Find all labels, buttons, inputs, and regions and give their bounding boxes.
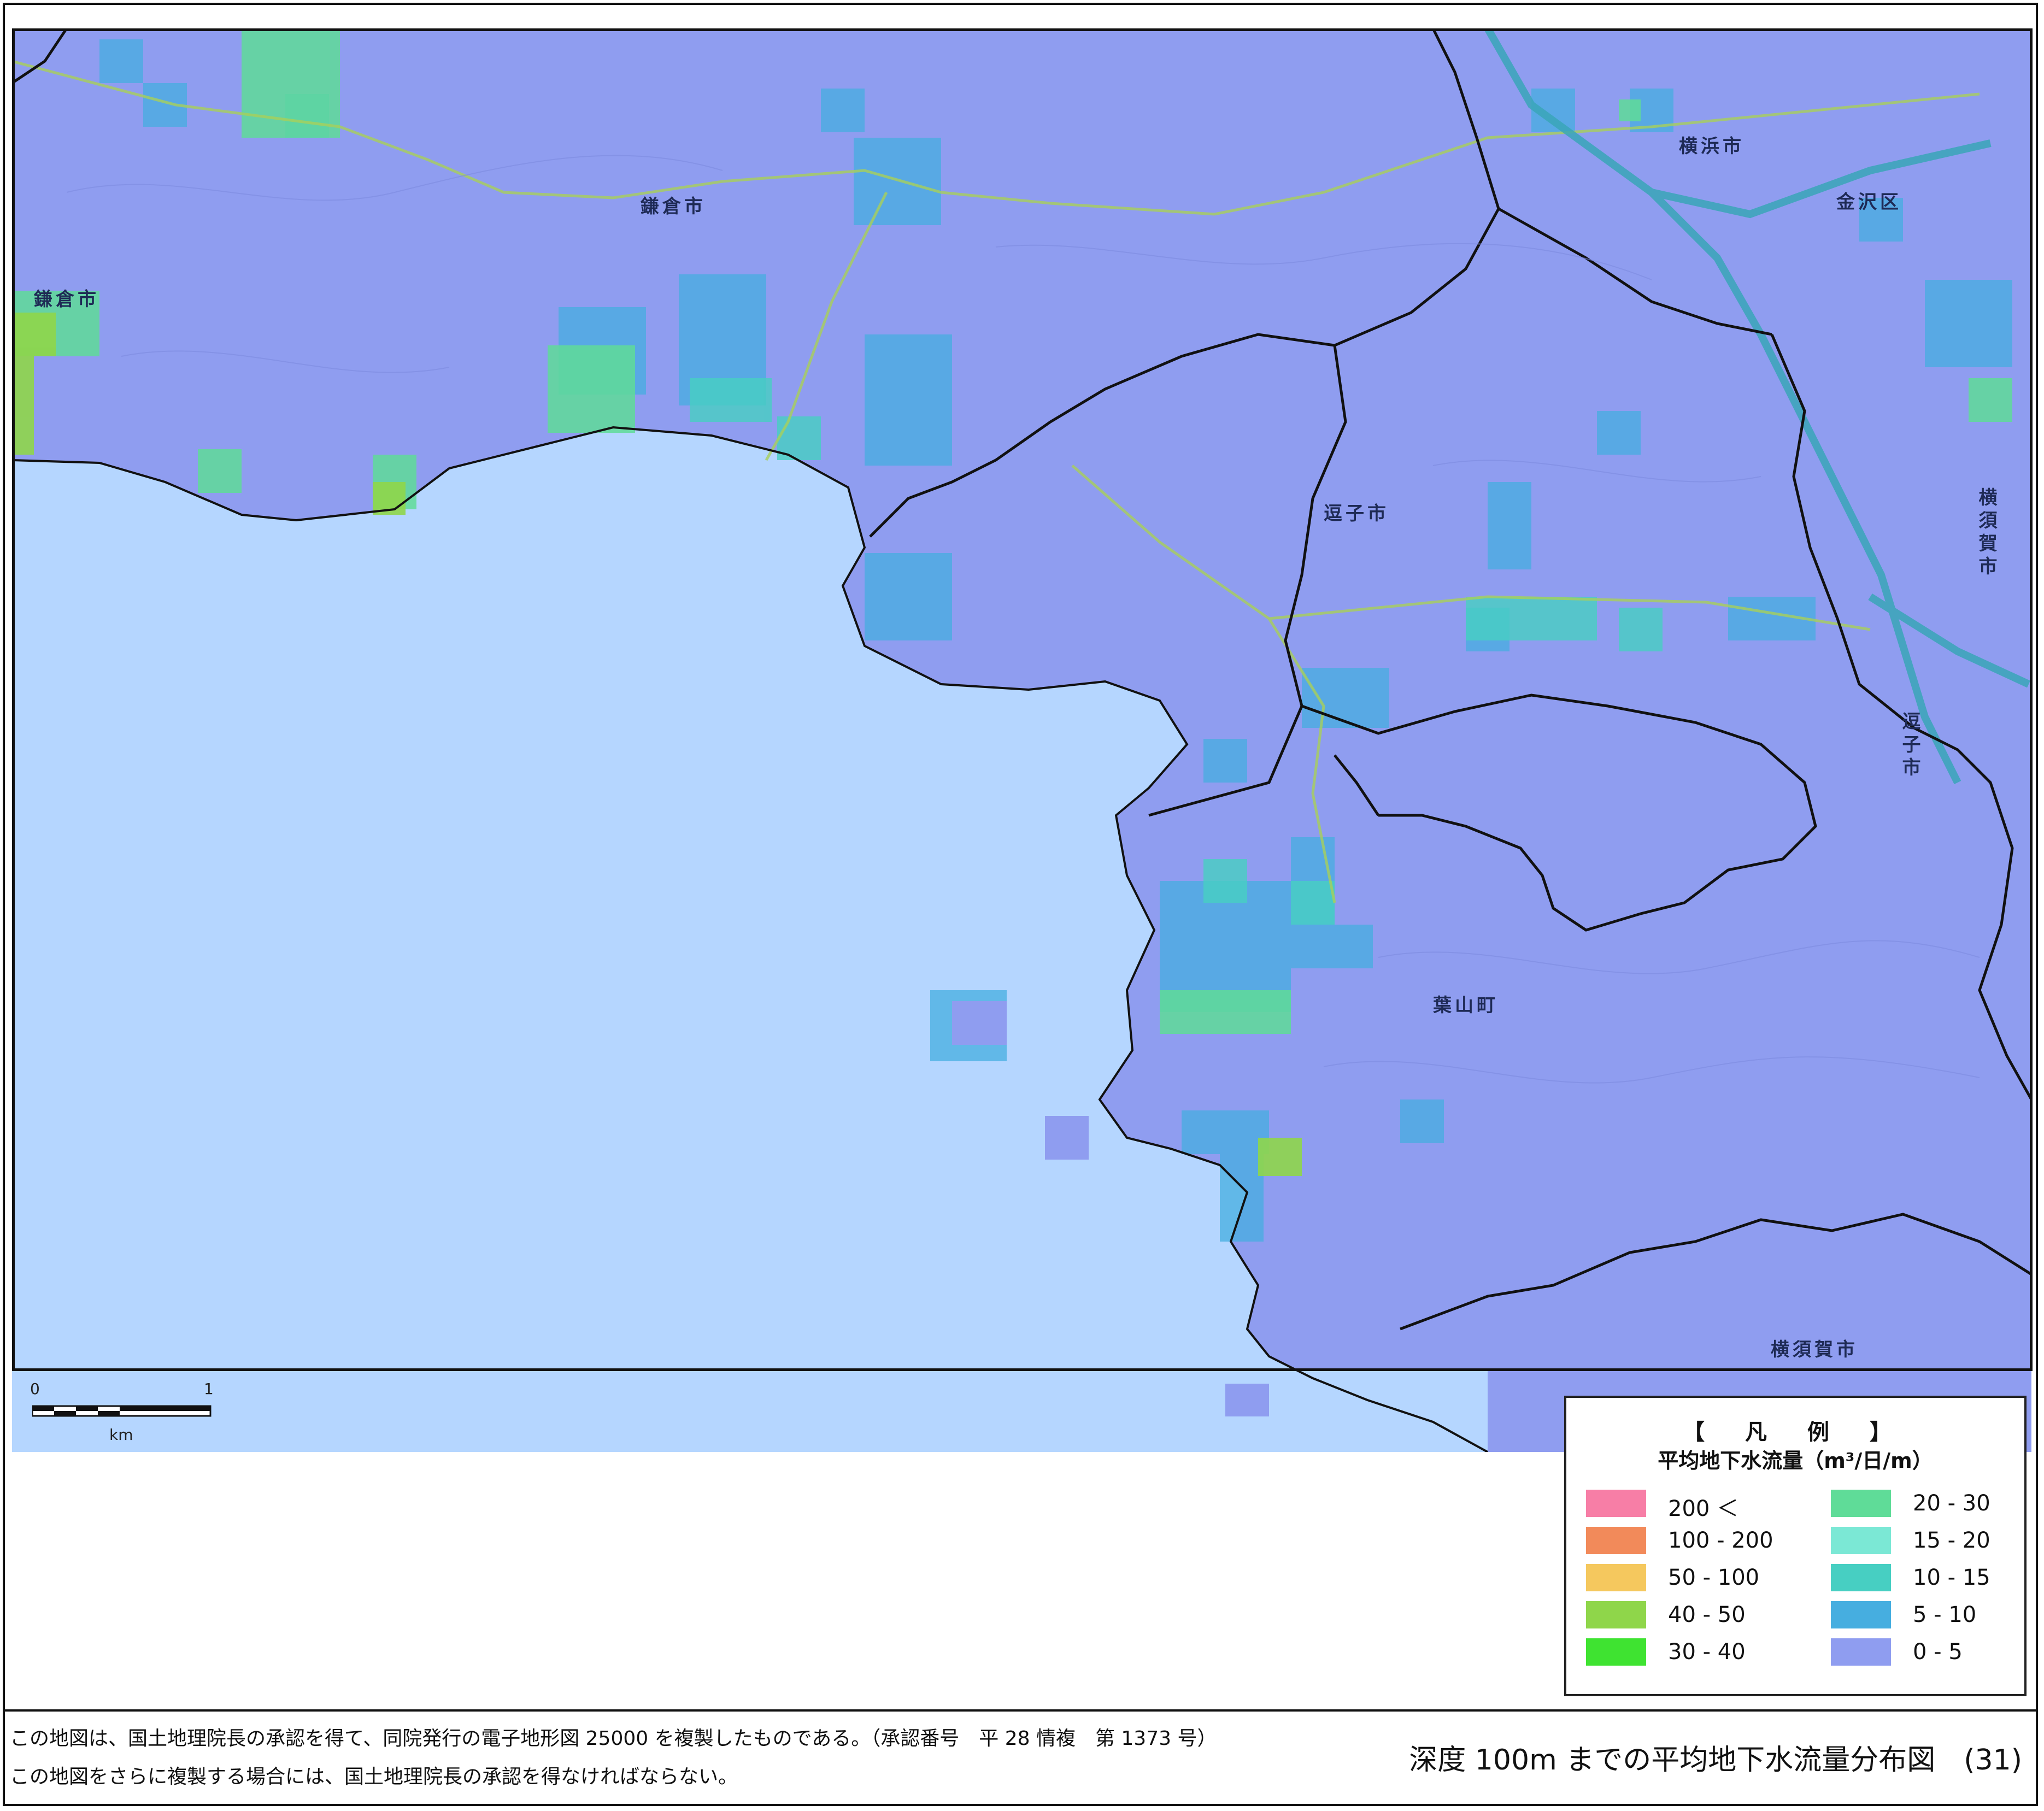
legend-item: 100 - 200 — [1586, 1527, 1805, 1555]
legend-item: 20 - 30 — [1831, 1490, 2017, 1518]
legend-item: 5 - 10 — [1831, 1601, 2017, 1630]
place-label-zushi: 逗子市 — [1324, 503, 1389, 525]
scale-end-label: 1 — [204, 1380, 214, 1398]
place-label-yokosuka-bottom: 横須賀市 — [1771, 1339, 1858, 1361]
legend-swatch — [1831, 1527, 1891, 1554]
legend-swatch — [1586, 1638, 1646, 1666]
legend-swatch — [1586, 1564, 1646, 1591]
place-label-kanazawa: 金沢区 — [1836, 191, 1902, 213]
legend-item: 200 ＜ — [1586, 1490, 1805, 1521]
place-label-yokosuka-right: 横須賀市 — [1975, 487, 1997, 579]
place-label-zushi-right: 逗子市 — [1899, 712, 1920, 780]
legend-swatch — [1831, 1601, 1891, 1628]
legend-swatch — [1831, 1490, 1891, 1517]
legend-item: 15 - 20 — [1831, 1527, 2017, 1555]
footer-divider — [3, 1709, 2038, 1712]
scale-bar-graphic — [32, 1405, 212, 1417]
legend-swatch — [1586, 1490, 1646, 1517]
legend-label: 0 - 5 — [1913, 1639, 1963, 1665]
legend-label: 40 - 50 — [1668, 1602, 1746, 1627]
legend-label: 30 - 40 — [1668, 1639, 1746, 1665]
legend-label: 50 - 100 — [1668, 1565, 1760, 1590]
place-label-yokohama: 横浜市 — [1679, 136, 1745, 157]
map-svg — [12, 28, 2031, 1452]
legend-subtitle: 平均地下水流量（m³/日/m） — [1658, 1449, 1933, 1473]
place-label-hayama: 葉山町 — [1433, 995, 1499, 1016]
legend-item: 40 - 50 — [1586, 1601, 1805, 1630]
legend-label: 5 - 10 — [1913, 1602, 1977, 1627]
legend-swatch — [1586, 1527, 1646, 1554]
place-label-kamakura-top: 鎌倉市 — [641, 196, 706, 217]
scale-start-label: 0 — [30, 1380, 40, 1398]
legend-swatch — [1586, 1601, 1646, 1628]
legend-item: 30 - 40 — [1586, 1638, 1805, 1667]
legend-item: 0 - 5 — [1831, 1638, 2017, 1667]
legend-item: 50 - 100 — [1586, 1564, 1805, 1592]
scale-bar: 0 1 km — [30, 1380, 216, 1445]
map-credit-line-2: この地図をさらに複製する場合には、国土地理院長の承認を得なければならない。 — [10, 1766, 738, 1788]
map-credit-line-1: この地図は、国土地理院長の承認を得て、同院発行の電子地形図 25000 を複製し… — [10, 1727, 1217, 1750]
legend-title: 【 凡 例 】 — [1683, 1420, 1908, 1445]
legend-swatch — [1831, 1638, 1891, 1666]
legend-item: 10 - 15 — [1831, 1564, 2017, 1592]
place-label-kamakura-left: 鎌倉市 — [34, 289, 99, 310]
legend: 【 凡 例 】 平均地下水流量（m³/日/m） 200 ＜ 100 - 200 … — [1564, 1396, 2027, 1696]
legend-swatch — [1831, 1564, 1891, 1591]
scale-unit-label: km — [109, 1426, 133, 1444]
map-area: 横浜市 金沢区 鎌倉市 鎌倉市 逗子市 逗子市 横須賀市 葉山町 横須賀市 — [12, 28, 2031, 1452]
legend-label: 20 - 30 — [1913, 1491, 1990, 1516]
legend-label: 200 ＜ — [1668, 1496, 1739, 1521]
legend-label: 15 - 20 — [1913, 1528, 1990, 1553]
figure-caption: 深度 100m までの平均地下水流量分布図 (31) — [1409, 1744, 2022, 1777]
legend-label: 100 - 200 — [1668, 1528, 1773, 1553]
legend-label: 10 - 15 — [1913, 1565, 1990, 1590]
